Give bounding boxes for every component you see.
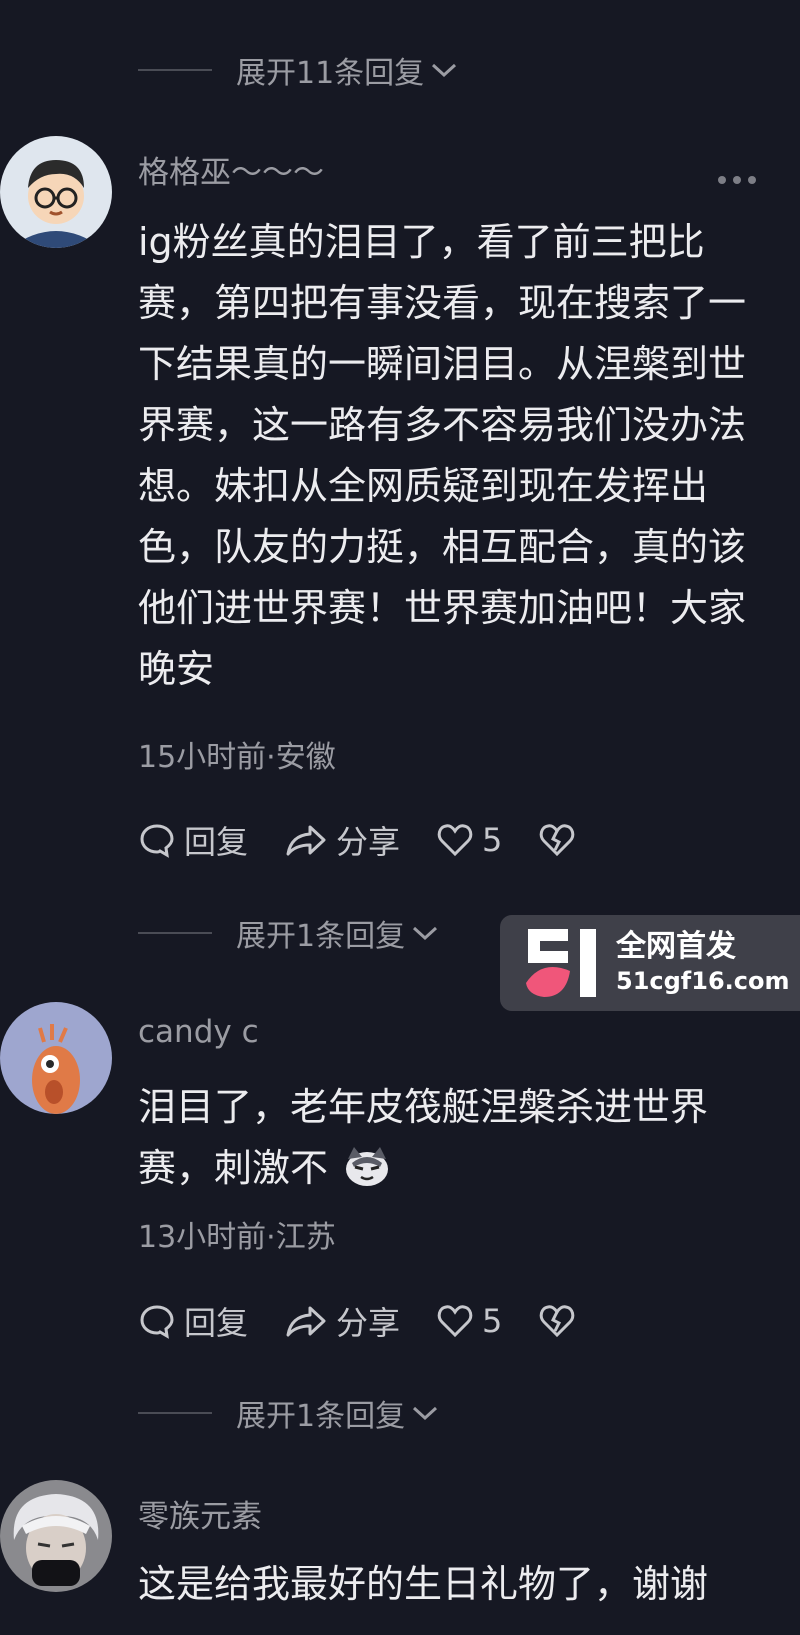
share-button[interactable]: 分享 bbox=[284, 817, 400, 863]
like-button[interactable]: 5 bbox=[436, 821, 502, 859]
heart-icon bbox=[437, 1305, 473, 1338]
comment-username[interactable]: 格格巫～～～ bbox=[138, 147, 324, 192]
expand-replies-button[interactable]: 展开1条回复 bbox=[138, 1393, 439, 1434]
share-arrow-icon bbox=[286, 825, 326, 856]
comment-actions: 回复 分享 5 bbox=[138, 1299, 620, 1343]
avatar[interactable] bbox=[0, 136, 112, 248]
expand-replies-button[interactable]: 展开11条回复 bbox=[138, 50, 458, 91]
watermark-logo bbox=[526, 929, 596, 997]
comment-text: 泪目了，老年皮筏艇涅槃杀进世界赛，刺激不 bbox=[138, 1085, 709, 1190]
comment-meta: 15小时前·安徽 bbox=[138, 740, 336, 775]
reply-label: 回复 bbox=[184, 823, 249, 861]
watermark-line1: 全网首发 bbox=[616, 929, 736, 964]
avatar[interactable] bbox=[0, 1002, 112, 1114]
share-button[interactable]: 分享 bbox=[284, 1298, 400, 1344]
reply-button[interactable]: 回复 bbox=[138, 1298, 248, 1344]
comment-text: ig粉丝真的泪目了，看了前三把比赛，第四把有事没看，现在搜索了一下结果真的一瞬间… bbox=[138, 220, 747, 691]
like-count: 5 bbox=[482, 821, 503, 859]
like-button[interactable]: 5 bbox=[436, 1302, 502, 1340]
heart-icon bbox=[437, 824, 473, 857]
dislike-button[interactable] bbox=[538, 1303, 584, 1339]
more-dots-icon[interactable] bbox=[716, 174, 758, 186]
comment-username[interactable]: candy c bbox=[138, 1014, 259, 1050]
expand-replies-label: 展开11条回复 bbox=[236, 56, 425, 91]
reply-label: 回复 bbox=[184, 1304, 249, 1342]
avatar[interactable] bbox=[0, 1480, 112, 1592]
divider-line bbox=[138, 1412, 212, 1414]
expand-replies-label: 展开1条回复 bbox=[236, 1399, 406, 1434]
chevron-down-icon bbox=[413, 926, 438, 941]
comment-text: 这是给我最好的生日礼物了，谢谢 bbox=[138, 1562, 709, 1606]
divider-line bbox=[138, 69, 212, 71]
comment-meta: 13小时前·江苏 bbox=[138, 1220, 336, 1255]
comment-bubble-icon bbox=[140, 824, 174, 858]
expand-replies-button[interactable]: 展开1条回复 bbox=[138, 913, 439, 954]
like-count: 5 bbox=[482, 1302, 503, 1340]
comment-actions: 回复 分享 5 bbox=[138, 818, 620, 862]
chevron-down-icon bbox=[413, 1406, 438, 1421]
watermark-line2: 51cgf16.com bbox=[616, 967, 790, 995]
expand-replies-label: 展开1条回复 bbox=[236, 919, 406, 954]
share-label: 分享 bbox=[336, 823, 401, 861]
watermark-badge: 全网首发 51cgf16.com bbox=[500, 915, 800, 1011]
divider-line bbox=[138, 932, 212, 934]
share-arrow-icon bbox=[286, 1306, 326, 1337]
smug-emoji-icon bbox=[346, 1147, 389, 1186]
reply-button[interactable]: 回复 bbox=[138, 817, 248, 863]
chevron-down-icon bbox=[432, 63, 457, 78]
broken-heart-icon bbox=[540, 824, 575, 857]
share-label: 分享 bbox=[336, 1304, 401, 1342]
dislike-button[interactable] bbox=[538, 822, 584, 858]
comment-bubble-icon bbox=[140, 1305, 174, 1339]
broken-heart-icon bbox=[540, 1305, 575, 1338]
comment-username[interactable]: 零族元素 bbox=[138, 1491, 262, 1536]
